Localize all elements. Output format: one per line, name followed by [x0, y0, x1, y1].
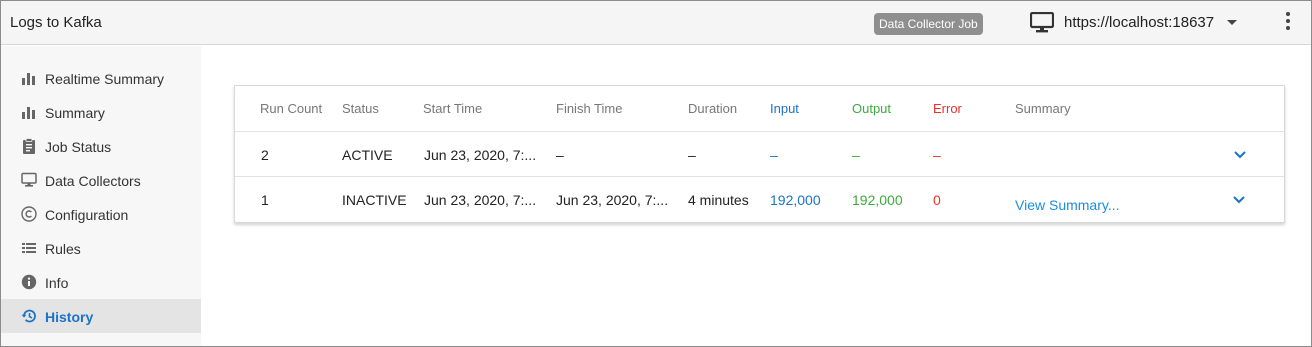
cell-status: INACTIVE	[342, 192, 407, 208]
sidebar-item-info[interactable]: Info	[1, 265, 201, 299]
cell-error: 0	[933, 192, 941, 208]
column-header-finish-time[interactable]: Finish Time	[556, 101, 622, 116]
job-type-badge: Data Collector Job	[874, 13, 983, 35]
monitor-icon[interactable]	[1030, 12, 1054, 34]
column-header-run-count[interactable]: Run Count	[260, 101, 322, 116]
cell-input: –	[770, 147, 778, 163]
list-icon	[22, 243, 36, 253]
column-header-duration[interactable]: Duration	[688, 101, 737, 116]
sidebar-item-configuration[interactable]: Configuration	[1, 197, 201, 231]
pipeline-title: Logs to Kafka	[10, 14, 102, 31]
chevron-down-icon[interactable]	[1232, 195, 1246, 205]
column-header-summary[interactable]: Summary	[1015, 101, 1071, 116]
history-icon	[21, 309, 36, 323]
sidebar-item-job-status[interactable]: Job Status	[1, 129, 201, 163]
sidebar-item-data-collectors[interactable]: Data Collectors	[1, 163, 201, 197]
sidebar-item-label: Job Status	[45, 139, 112, 155]
bar-chart-icon	[22, 107, 35, 119]
sidebar: Realtime Summary Summary Job Status Data…	[1, 46, 201, 346]
cell-output: –	[852, 147, 860, 163]
column-header-output[interactable]: Output	[852, 101, 891, 116]
sidebar-item-label: Realtime Summary	[45, 71, 165, 87]
row-divider	[235, 131, 1284, 132]
sidebar-item-realtime-summary[interactable]: Realtime Summary	[1, 61, 201, 95]
sidebar-item-label: History	[45, 309, 94, 325]
monitor-icon	[21, 172, 37, 187]
caret-down-icon[interactable]	[1227, 20, 1237, 25]
view-summary-link[interactable]: View Summary...	[1015, 197, 1120, 213]
cell-finish-time: Jun 23, 2020, 7:...	[556, 192, 669, 208]
column-header-input[interactable]: Input	[770, 101, 799, 116]
bar-chart-icon	[22, 73, 35, 85]
column-header-status[interactable]: Status	[342, 101, 379, 116]
clipboard-icon	[23, 138, 35, 154]
column-header-error[interactable]: Error	[933, 101, 962, 116]
cell-input: 192,000	[770, 192, 821, 208]
cell-status: ACTIVE	[342, 147, 393, 163]
cell-run-count: 1	[261, 192, 269, 208]
server-url[interactable]: https://localhost:18637	[1064, 14, 1214, 31]
cell-start-time: Jun 23, 2020, 7:...	[424, 192, 537, 208]
sidebar-item-history[interactable]: History	[1, 299, 201, 333]
info-icon	[21, 274, 37, 290]
kebab-menu-icon[interactable]	[1284, 12, 1292, 34]
sidebar-item-label: Summary	[45, 105, 105, 121]
cell-error: –	[933, 147, 941, 163]
cell-start-time: Jun 23, 2020, 7:...	[424, 147, 537, 163]
sidebar-item-summary[interactable]: Summary	[1, 95, 201, 129]
sidebar-item-label: Data Collectors	[45, 173, 141, 189]
row-divider	[235, 176, 1284, 177]
history-table: Run Count Status Start Time Finish Time …	[234, 85, 1285, 223]
copyright-circle-icon	[21, 206, 37, 222]
cell-duration: 4 minutes	[688, 192, 749, 208]
cell-duration: –	[688, 147, 696, 163]
sidebar-item-rules[interactable]: Rules	[1, 231, 201, 265]
chevron-down-icon[interactable]	[1233, 150, 1247, 160]
sidebar-item-label: Configuration	[45, 207, 129, 223]
column-header-start-time[interactable]: Start Time	[423, 101, 482, 116]
cell-run-count: 2	[261, 147, 269, 163]
top-header: Logs to Kafka Data Collector Job https:/…	[1, 1, 1311, 45]
sidebar-item-label: Rules	[45, 241, 81, 257]
cell-finish-time: –	[556, 147, 564, 163]
cell-output: 192,000	[852, 192, 903, 208]
app-window: Logs to Kafka Data Collector Job https:/…	[0, 0, 1312, 347]
sidebar-item-label: Info	[45, 275, 69, 291]
